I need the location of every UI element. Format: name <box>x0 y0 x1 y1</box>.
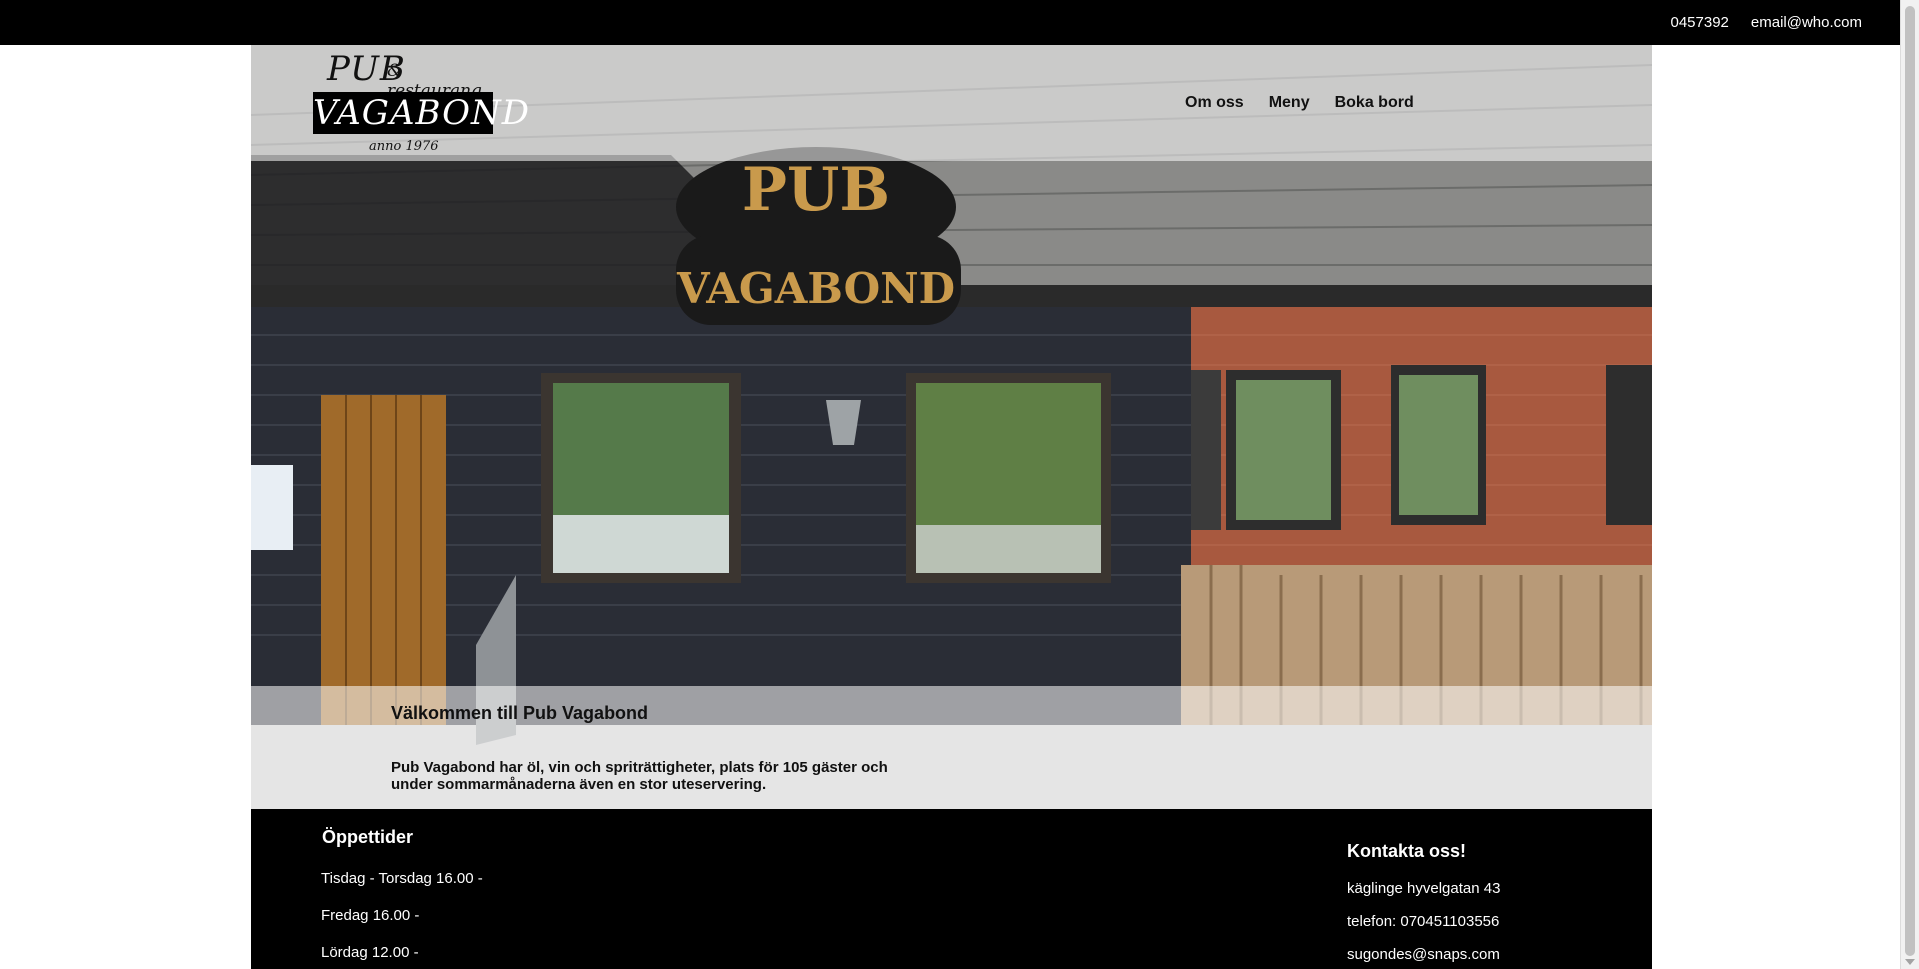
main-nav: Om oss Meny Boka bord <box>1185 94 1414 112</box>
hours-row: Tisdag - Torsdag 16.00 - <box>321 870 483 887</box>
contact-address: käglinge hyvelgatan 43 <box>1347 880 1501 897</box>
contact-title: Kontakta oss! <box>1347 841 1467 861</box>
logo[interactable]: PUB & restaurang VAGABOND anno 1976 <box>313 49 531 157</box>
footer: Öppettider Tisdag - Torsdag 16.00 - Fred… <box>251 809 1652 969</box>
logo-anno: anno 1976 <box>369 139 439 154</box>
top-contact: 0457392 email@who.com <box>1671 14 1863 31</box>
page-scrollbar[interactable] <box>1900 0 1919 969</box>
scroll-down-arrow-icon[interactable] <box>1905 959 1915 965</box>
hero-section: PUB VAGABOND PUB & restaurang VAGABOND a… <box>251 45 1652 809</box>
contact-phone[interactable]: telefon: 070451103556 <box>1347 913 1500 946</box>
top-phone[interactable]: 0457392 <box>1671 14 1729 31</box>
nav-meny[interactable]: Meny <box>1269 94 1310 112</box>
contact-email[interactable]: sugondes@snaps.com <box>1347 946 1500 969</box>
nav-om-oss[interactable]: Om oss <box>1185 94 1244 112</box>
sign-bottom-text: VAGABOND <box>676 264 955 313</box>
nav-boka-bord[interactable]: Boka bord <box>1335 94 1414 112</box>
sign-top-text: PUB <box>742 155 890 225</box>
opening-hours: Öppettider Tisdag - Torsdag 16.00 - Fred… <box>321 827 483 969</box>
hours-row: Lördag 12.00 - <box>321 944 419 961</box>
logo-name: VAGABOND <box>313 92 531 134</box>
contact-section: Kontakta oss! käglinge hyvelgatan 43 tel… <box>1347 841 1500 969</box>
top-email[interactable]: email@who.com <box>1751 14 1862 31</box>
hours-title: Öppettider <box>322 827 414 847</box>
navbar: PUB & restaurang VAGABOND anno 1976 Om o… <box>251 45 1652 161</box>
welcome-text: Pub Vagabond har öl, vin och spriträttig… <box>391 759 888 793</box>
top-bar: 0457392 email@who.com <box>0 0 1900 45</box>
welcome-panel: Välkommen till Pub Vagabond Pub Vagabond… <box>251 686 1652 809</box>
welcome-heading: Välkommen till Pub Vagabond <box>391 703 649 723</box>
hours-row: Fredag 16.00 - <box>321 907 420 924</box>
scrollbar-thumb[interactable] <box>1905 6 1915 956</box>
